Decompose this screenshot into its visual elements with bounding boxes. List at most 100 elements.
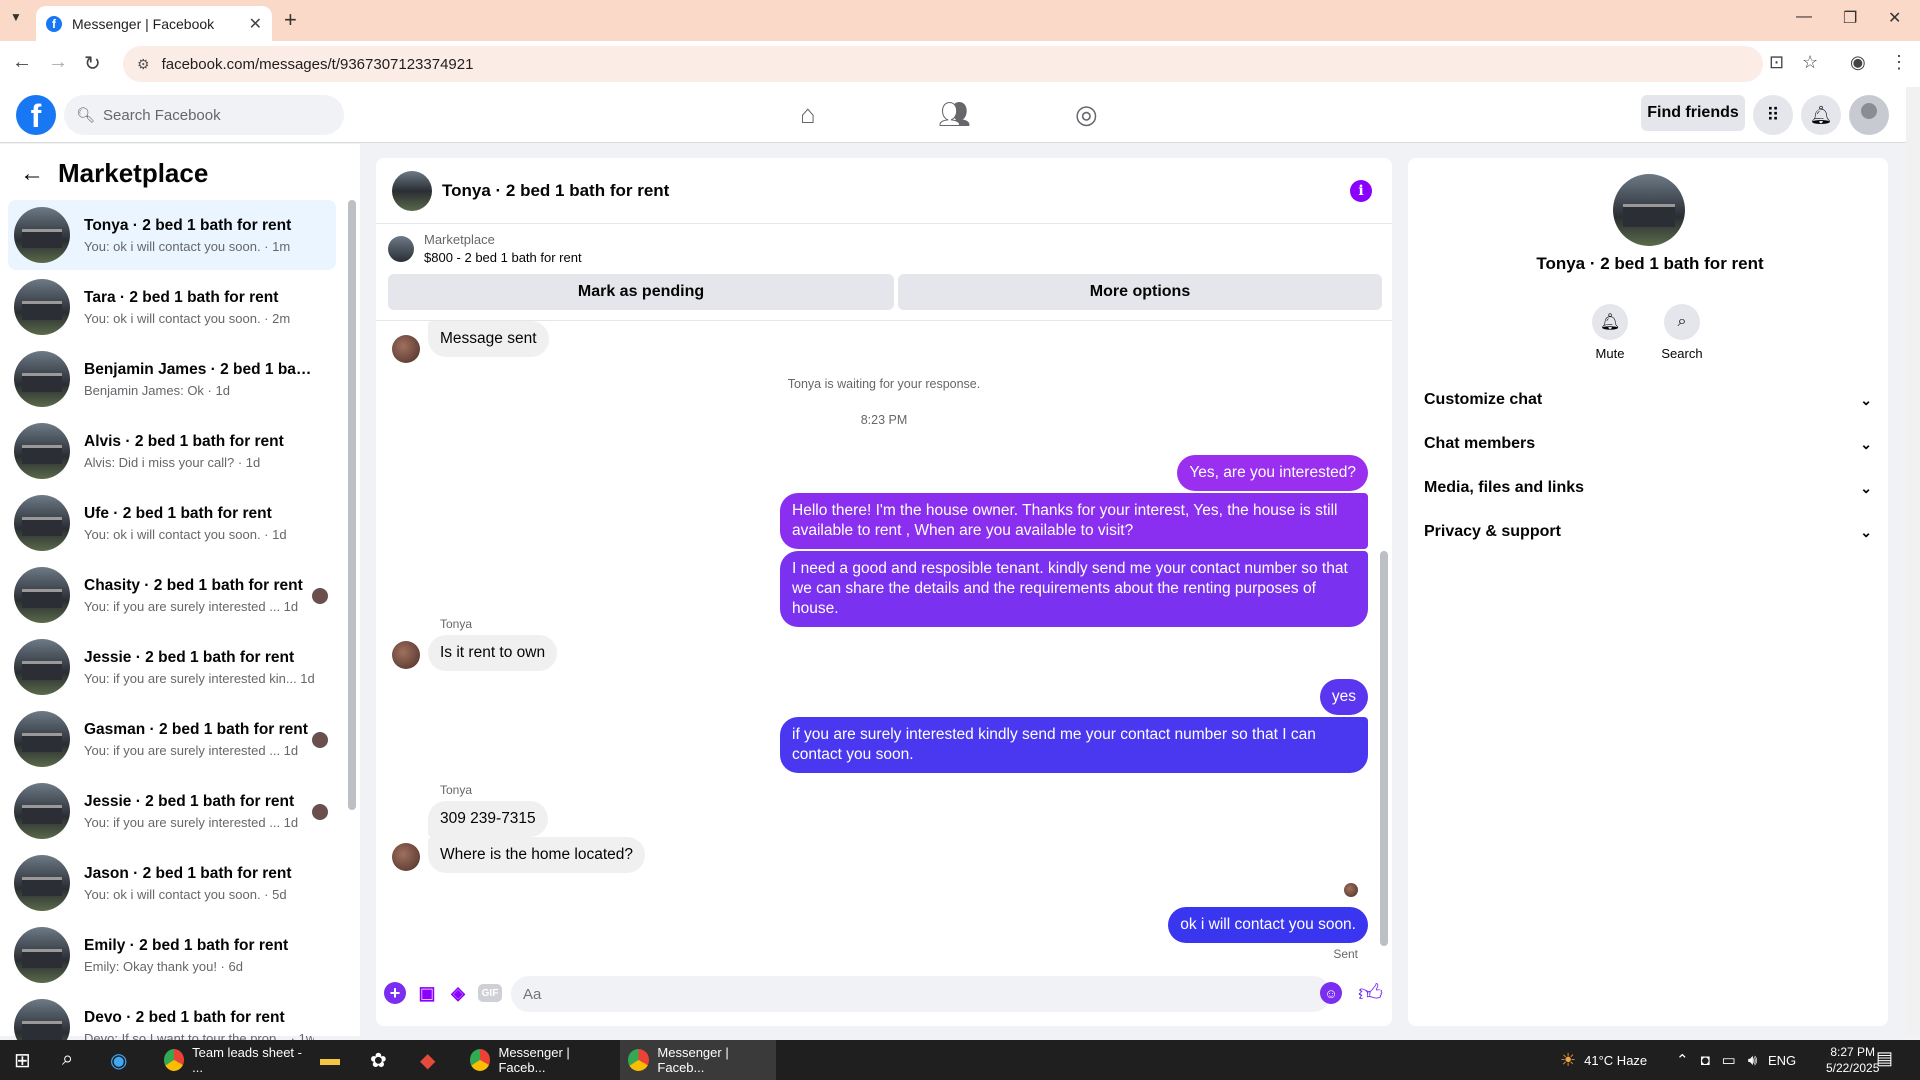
gif-icon[interactable]: GIF	[478, 984, 502, 1002]
conversation-name: Tonya · 2 bed 1 bath for rent	[84, 216, 292, 234]
system-tray[interactable]: ⌃ ◘ ▭ 🔊︎	[1676, 1040, 1769, 1080]
taskbar-app-messenger[interactable]: Messenger | Faceb...	[462, 1040, 612, 1080]
photo-icon[interactable]: ▣	[416, 982, 438, 1004]
plus-icon[interactable]: +	[384, 982, 406, 1004]
file-explorer-icon[interactable]: ▬	[320, 1048, 340, 1071]
weather-widget[interactable]: ☀ 41°C Haze	[1560, 1040, 1647, 1080]
volume-icon[interactable]: 🔊︎	[1748, 1052, 1757, 1069]
privacy-support-row[interactable]: Privacy & support ⌄	[1424, 514, 1872, 550]
tab-title: Messenger | Facebook	[72, 15, 215, 32]
home-icon[interactable]: ⌂	[800, 99, 816, 130]
conversation-item[interactable]: Benjamin James · 2 bed 1 bath f... Benjam…	[8, 344, 336, 414]
notification-center-icon[interactable]: ▤	[1876, 1048, 1893, 1069]
message-thread: Message sent Tonya is waiting for your r…	[376, 320, 1392, 961]
new-tab-icon[interactable]: +	[284, 7, 297, 33]
language-indicator[interactable]: ENG	[1768, 1040, 1796, 1080]
wps-icon[interactable]: ◆	[420, 1048, 435, 1073]
conversation-meta: Alvis · 2 bed 1 bath for rent Alvis: Did …	[84, 433, 314, 470]
conversation-snippet: You: ok i will contact you soon. · 5d	[84, 886, 287, 902]
restore-icon[interactable]: ❐	[1843, 8, 1857, 28]
address-bar[interactable]: ⚙ facebook.com/messages/t/93673071233749…	[123, 46, 1763, 82]
app-icon[interactable]: ✿	[370, 1048, 387, 1073]
media-files-links-row[interactable]: Media, files and links ⌄	[1424, 470, 1872, 506]
conversation-item[interactable]: Emily · 2 bed 1 bath for rent Emily: Okay…	[8, 920, 336, 990]
camera-icon[interactable]: ◘	[1701, 1052, 1710, 1069]
friends-icon[interactable]: 👥︎	[938, 99, 971, 130]
message-input[interactable]	[511, 976, 1331, 1012]
close-window-icon[interactable]: ✕	[1888, 8, 1901, 28]
browser-menu-icon[interactable]: ⋮	[1890, 52, 1908, 73]
customize-chat-row[interactable]: Customize chat ⌄	[1424, 382, 1872, 418]
chat-avatar[interactable]	[392, 170, 432, 211]
conversation-meta: Chasity · 2 bed 1 bath for rent You: if y…	[84, 577, 314, 614]
thread-scrollbar[interactable]	[1380, 551, 1388, 946]
conversation-thumbnail	[14, 927, 70, 983]
facebook-logo-icon[interactable]: f	[16, 95, 56, 135]
tab-close-icon[interactable]: ✕	[249, 14, 262, 34]
facebook-search[interactable]: 🔍︎ Search Facebook	[64, 95, 344, 135]
bookmark-star-icon[interactable]: ☆	[1802, 52, 1818, 73]
back-arrow-icon[interactable]: ←	[20, 160, 44, 188]
windows-start-icon[interactable]: ⊞	[14, 1048, 31, 1073]
conversation-thumbnail	[14, 783, 70, 839]
notifications-icon[interactable]: 🔔︎	[1801, 95, 1841, 135]
conversation-meta: Gasman · 2 bed 1 bath for rent You: if yo…	[84, 721, 314, 758]
weather-text: 41°C Haze	[1584, 1052, 1648, 1068]
message-bubble-outgoing: I need a good and resposible tenant. kin…	[780, 551, 1368, 627]
search-placeholder: Search Facebook	[103, 106, 221, 124]
account-avatar[interactable]	[1849, 95, 1889, 135]
browser-tabbar: ▼ f Messenger | Facebook ✕ + — ❐ ✕	[0, 0, 1920, 41]
search-in-chat-button[interactable]: ⌕ Search	[1652, 304, 1712, 361]
profile-avatar[interactable]	[1613, 174, 1685, 246]
conversation-item[interactable]: Gasman · 2 bed 1 bath for rent You: if yo…	[8, 704, 336, 774]
conversation-item[interactable]: Alvis · 2 bed 1 bath for rent Alvis: Did …	[8, 416, 336, 486]
menu-grid-icon[interactable]: ⠿	[1753, 95, 1793, 135]
sidebar-scrollbar[interactable]	[348, 200, 356, 810]
conversation-snippet: You: ok i will contact you soon. · 1m	[84, 238, 291, 254]
site-info-icon[interactable]: ⚙	[137, 56, 150, 73]
back-icon[interactable]: ←	[12, 51, 32, 74]
conversation-thumbnail	[14, 207, 70, 263]
conversation-item[interactable]: Chasity · 2 bed 1 bath for rent You: if y…	[8, 560, 336, 630]
emoji-icon[interactable]: ☺	[1320, 982, 1342, 1004]
sticker-icon[interactable]: ◈	[447, 982, 469, 1004]
sender-name: Tonya	[440, 617, 473, 631]
clock[interactable]: 8:27 PM 5/22/2025	[1826, 1040, 1879, 1080]
message-bubble-incoming: Message sent	[428, 321, 549, 357]
tab-search-dropdown-icon[interactable]: ▼	[10, 10, 22, 24]
taskbar-app-messenger-active[interactable]: Messenger | Faceb...	[620, 1040, 776, 1080]
conversation-item[interactable]: Jason · 2 bed 1 bath for rent You: ok i w…	[8, 848, 336, 918]
groups-icon[interactable]: ◎	[1075, 99, 1098, 130]
taskbar-app-sheets[interactable]: Team leads sheet - ...	[156, 1040, 306, 1080]
network-icon[interactable]: ▭	[1722, 1051, 1736, 1069]
info-icon[interactable]: i	[1350, 180, 1372, 202]
chevron-up-icon[interactable]: ⌃	[1676, 1051, 1689, 1069]
conversation-item[interactable]: Jessie · 2 bed 1 bath for rent You: if yo…	[8, 632, 336, 702]
conversation-name: Tara · 2 bed 1 bath for rent	[84, 288, 279, 306]
forward-icon[interactable]: →	[48, 51, 68, 74]
conversation-snippet: Emily: Okay thank you! · 6d	[84, 958, 243, 974]
install-app-icon[interactable]: ⊡	[1769, 52, 1784, 73]
profile-icon[interactable]: ◉	[1850, 52, 1866, 73]
minimize-icon[interactable]: —	[1796, 8, 1812, 26]
chat-members-row[interactable]: Chat members ⌄	[1424, 426, 1872, 462]
page-scrollbar[interactable]	[1906, 87, 1920, 1037]
conversation-item[interactable]: Tara · 2 bed 1 bath for rent You: ok i wi…	[8, 272, 336, 342]
mark-as-pending-button[interactable]: Mark as pending	[388, 274, 894, 310]
listing-info[interactable]: Marketplace $800 - 2 bed 1 bath for rent	[388, 232, 582, 265]
browser-tab[interactable]: f Messenger | Facebook ✕	[36, 6, 272, 41]
edge-icon[interactable]: ◉	[110, 1048, 127, 1073]
conversation-item[interactable]: Tonya · 2 bed 1 bath for rent You: ok i w…	[8, 200, 336, 270]
conversation-item[interactable]: Jessie · 2 bed 1 bath for rent You: if yo…	[8, 776, 336, 846]
conversation-item[interactable]: Ufe · 2 bed 1 bath for rent You: ok i wil…	[8, 488, 336, 558]
find-friends-button[interactable]: Find friends	[1641, 95, 1745, 131]
search-icon[interactable]: ⌕	[62, 1048, 73, 1071]
thumbs-up-icon[interactable]: 👍︎	[1358, 980, 1383, 1008]
conversation-thumbnail	[14, 711, 70, 767]
message-bubble-outgoing: if you are surely interested kindly send…	[780, 717, 1368, 773]
conversation-meta: Jason · 2 bed 1 bath for rent You: ok i w…	[84, 865, 314, 902]
mute-button[interactable]: 🔔︎ Mute	[1580, 304, 1640, 361]
reload-icon[interactable]: ↻	[84, 51, 101, 76]
chat-title[interactable]: Tonya · 2 bed 1 bath for rent	[442, 181, 669, 201]
more-options-button[interactable]: More options	[898, 274, 1382, 310]
